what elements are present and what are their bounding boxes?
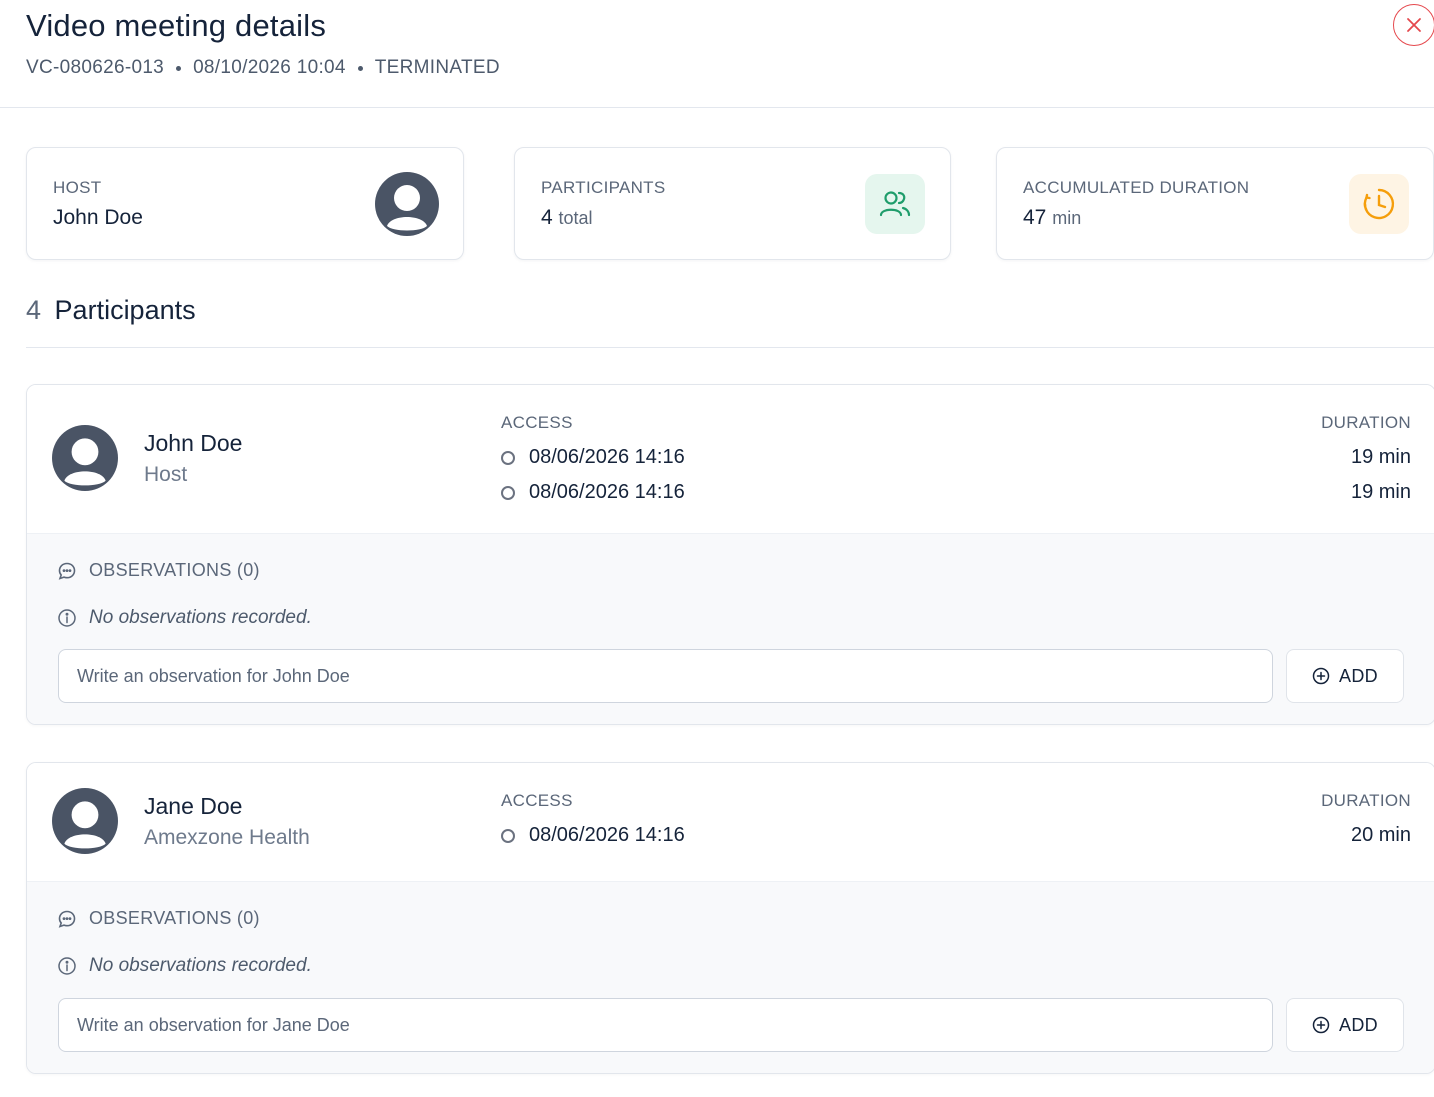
host-card: HOST John Doe: [26, 147, 464, 260]
participant-name: Jane Doe: [144, 793, 243, 819]
modal-header: Video meeting details VC-080626-013 08/1…: [0, 0, 1434, 108]
access-entry: 08/06/2026 14:16: [501, 481, 685, 504]
plus-circle-icon: [1312, 667, 1330, 685]
divider: [26, 347, 1434, 348]
host-value: John Doe: [53, 206, 143, 229]
status-ring-icon: [501, 828, 515, 843]
separator-dot: [176, 65, 182, 71]
plus-circle-icon: [1312, 1016, 1330, 1034]
participant-card: Jane Doe Amexzone Health ACCESS 08/06/20…: [26, 762, 1434, 1074]
close-button[interactable]: [1393, 4, 1434, 46]
info-icon: [58, 957, 76, 975]
access-label: ACCESS: [501, 791, 573, 810]
host-label: HOST: [53, 178, 102, 197]
observations-count: OBSERVATIONS (0): [89, 908, 260, 928]
observations-panel: OBSERVATIONS (0) No observations recorde…: [27, 534, 1434, 724]
page-title: Video meeting details: [26, 8, 327, 43]
observations-header: OBSERVATIONS (0): [57, 560, 260, 581]
duration-label: DURATION: [1321, 791, 1411, 810]
duration-label: DURATION: [1321, 413, 1411, 432]
participants-unit: total: [558, 208, 593, 228]
duration-entry: 19 min: [1350, 446, 1411, 468]
participants-card: PARTICIPANTS 4 total: [514, 147, 951, 260]
meeting-meta: VC-080626-013 08/10/2026 10:04 TERMINATE…: [26, 57, 500, 79]
participants-label: PARTICIPANTS: [541, 178, 666, 197]
observation-input[interactable]: [58, 649, 1273, 703]
participants-value: 4 total: [541, 206, 593, 230]
access-time: 08/06/2026 14:16: [529, 481, 685, 503]
add-label: ADD: [1339, 665, 1378, 686]
observations-count: OBSERVATIONS (0): [89, 560, 260, 580]
observations-panel: OBSERVATIONS (0) No observations recorde…: [27, 882, 1434, 1073]
add-label: ADD: [1339, 1014, 1378, 1035]
status-ring-icon: [501, 450, 515, 465]
duration-entry: 19 min: [1350, 481, 1411, 503]
meeting-datetime: 08/10/2026 10:04: [193, 57, 346, 78]
avatar: [52, 425, 118, 491]
clock-history-icon: [1349, 174, 1409, 234]
participant-summary: John Doe Host ACCESS 08/06/2026 14:16 08…: [27, 385, 1434, 534]
info-icon: [58, 609, 76, 627]
participant-card: John Doe Host ACCESS 08/06/2026 14:16 08…: [26, 384, 1434, 725]
observations-header: OBSERVATIONS (0): [57, 908, 260, 929]
separator-dot: [357, 65, 363, 71]
status-ring-icon: [501, 485, 515, 500]
participant-role: Amexzone Health: [144, 826, 310, 849]
observation-input[interactable]: [58, 998, 1273, 1052]
access-entry: 08/06/2026 14:16: [501, 446, 685, 469]
participants-count: 4: [541, 206, 553, 229]
duration-value: 47 min: [1023, 206, 1081, 230]
avatar: [375, 172, 439, 236]
duration-card: ACCUMULATED DURATION 47 min: [996, 147, 1434, 260]
no-observations: No observations recorded.: [57, 955, 312, 977]
participant-name: John Doe: [144, 430, 243, 456]
participants-heading: 4 Participants: [26, 295, 196, 326]
duration-entry: 20 min: [1350, 824, 1411, 846]
meeting-id: VC-080626-013: [26, 57, 165, 78]
chat-icon: [58, 910, 76, 928]
access-time: 08/06/2026 14:16: [529, 446, 685, 468]
access-time: 08/06/2026 14:16: [529, 824, 685, 846]
close-icon: [1407, 18, 1421, 32]
participant-role: Host: [144, 463, 188, 486]
access-label: ACCESS: [501, 413, 573, 432]
add-observation-button[interactable]: ADD: [1286, 998, 1404, 1052]
duration-label: ACCUMULATED DURATION: [1023, 178, 1250, 197]
chat-icon: [58, 562, 76, 580]
add-observation-button[interactable]: ADD: [1286, 649, 1404, 703]
no-observations-text: No observations recorded.: [89, 607, 312, 628]
no-observations-text: No observations recorded.: [89, 955, 312, 976]
participant-summary: Jane Doe Amexzone Health ACCESS 08/06/20…: [27, 763, 1434, 882]
participants-heading-count: 4: [26, 295, 42, 325]
access-entry: 08/06/2026 14:16: [501, 824, 685, 847]
participants-heading-text: Participants: [54, 295, 196, 325]
avatar: [52, 788, 118, 854]
duration-unit: min: [1052, 208, 1082, 228]
users-icon: [865, 174, 925, 234]
no-observations: No observations recorded.: [57, 607, 312, 629]
duration-number: 47: [1023, 206, 1047, 229]
meeting-status: TERMINATED: [374, 57, 500, 78]
